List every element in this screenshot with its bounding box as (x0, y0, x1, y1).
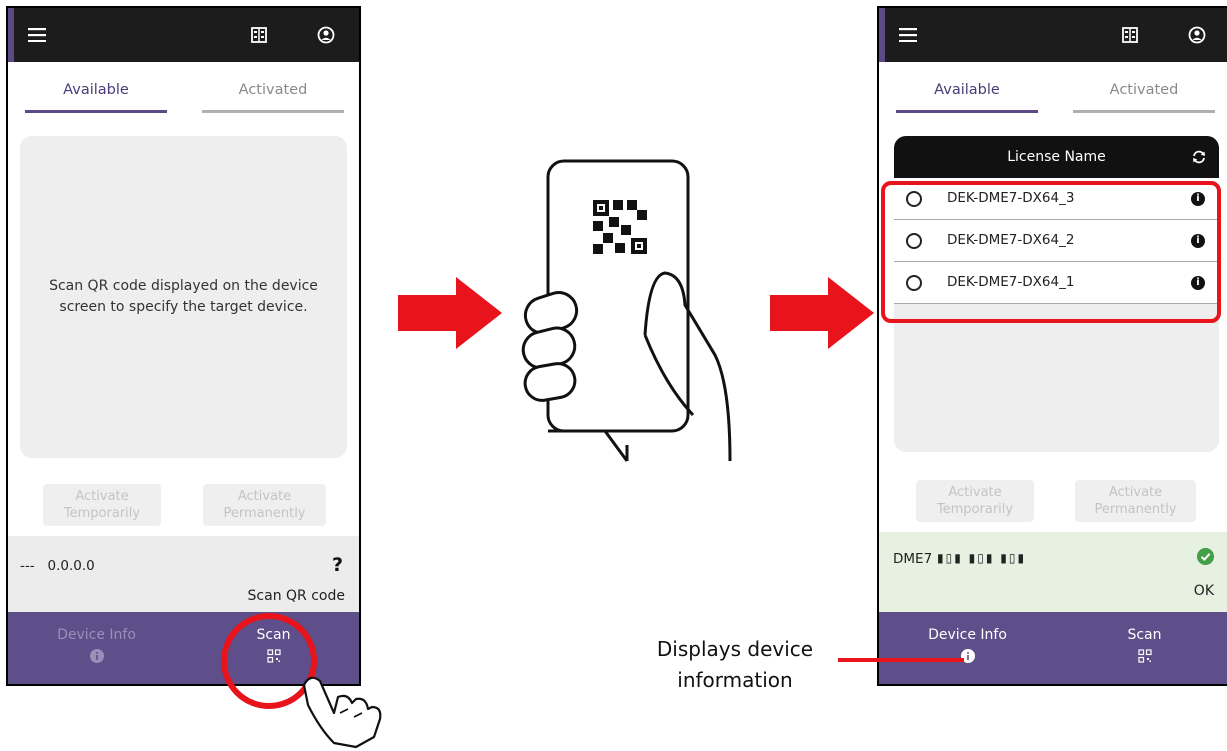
device-status-area: --- 0.0.0.0 ? Scan QR code (8, 536, 359, 616)
phone-screen-after-scan: Available Activated License Name DEK-DME… (877, 6, 1227, 686)
scan-instruction-panel: Scan QR code displayed on the device scr… (20, 136, 347, 458)
activate-perm-label-2: Permanently (1094, 502, 1177, 517)
activate-temporarily-button[interactable]: Activate Temporarily (916, 480, 1034, 522)
activate-temporarily-button[interactable]: Activate Temporarily (43, 484, 161, 526)
qr-code-icon (1137, 649, 1152, 663)
phone-screen-before-scan: Available Activated Scan QR code display… (6, 6, 361, 686)
activate-temp-label-1: Activate (75, 489, 129, 504)
app-top-bar (879, 8, 1227, 62)
nav-scan-label: Scan (1127, 627, 1162, 643)
accent-strip (879, 8, 885, 62)
scan-tap-indicator (221, 613, 382, 749)
activate-permanently-button[interactable]: Activate Permanently (203, 484, 326, 526)
bottom-nav: Device Info Scan (879, 612, 1227, 684)
tab-activated[interactable]: Activated (202, 82, 344, 113)
callout-line-1: Displays device (656, 637, 814, 661)
app-top-bar (8, 8, 359, 62)
flow-arrow-1 (398, 277, 502, 349)
activate-temp-label-2: Temporarily (63, 506, 141, 521)
nav-device-info[interactable]: Device Info (879, 612, 1056, 684)
qr-code-icon (593, 200, 647, 254)
callout-line-2: information (677, 668, 793, 692)
unknown-status-mark: ? (331, 554, 343, 576)
nav-device-info-label: Device Info (928, 627, 1007, 643)
device-serial: ▮▯▮ ▮▯▮ ▮▯▮ (937, 551, 1027, 565)
refresh-icon[interactable] (1191, 149, 1207, 165)
license-list-highlight (881, 181, 1221, 323)
activate-perm-label-2: Permanently (223, 506, 306, 521)
activate-temp-label-1: Activate (948, 485, 1002, 500)
flow-arrow-2 (770, 277, 874, 349)
tab-available[interactable]: Available (25, 82, 167, 113)
nav-device-info[interactable]: Device Info (8, 612, 185, 684)
nav-device-info-label: Device Info (57, 627, 136, 643)
device-model: --- (20, 558, 35, 574)
check-circle-icon (1197, 548, 1214, 565)
account-icon[interactable] (313, 22, 339, 48)
device-model: DME7 (893, 551, 933, 567)
info-icon (89, 649, 104, 663)
accent-strip (8, 8, 14, 62)
activate-perm-label-1: Activate (237, 489, 292, 504)
license-table-header: License Name (894, 136, 1219, 178)
license-tabs: Available Activated (879, 62, 1227, 118)
license-tabs: Available Activated (8, 62, 359, 118)
device-ip: 0.0.0.0 (47, 558, 95, 574)
activate-perm-label-1: Activate (1108, 485, 1163, 500)
hand-pointer-icon (302, 676, 382, 749)
phone-scan-illustration (521, 159, 732, 462)
scan-instruction-text: Scan QR code displayed on the device scr… (49, 278, 318, 315)
status-ok-text: OK (1193, 583, 1214, 599)
building-icon[interactable] (246, 22, 272, 48)
activate-temp-label-2: Temporarily (936, 502, 1014, 517)
menu-icon[interactable] (24, 22, 50, 48)
tab-activated[interactable]: Activated (1073, 82, 1215, 113)
nav-scan[interactable]: Scan (1056, 612, 1227, 684)
callout-pointer-line (838, 658, 964, 662)
device-status-area: DME7 ▮▯▮ ▮▯▮ ▮▯▮ OK (879, 532, 1227, 616)
license-name-heading: License Name (1007, 149, 1106, 165)
license-table-empty-space (894, 304, 1219, 452)
account-icon[interactable] (1184, 22, 1210, 48)
activate-permanently-button[interactable]: Activate Permanently (1075, 480, 1196, 522)
device-info-callout: Displays device information (640, 634, 830, 696)
scan-qr-caption: Scan QR code (247, 588, 345, 604)
building-icon[interactable] (1117, 22, 1143, 48)
menu-icon[interactable] (895, 22, 921, 48)
tab-available[interactable]: Available (896, 82, 1038, 113)
